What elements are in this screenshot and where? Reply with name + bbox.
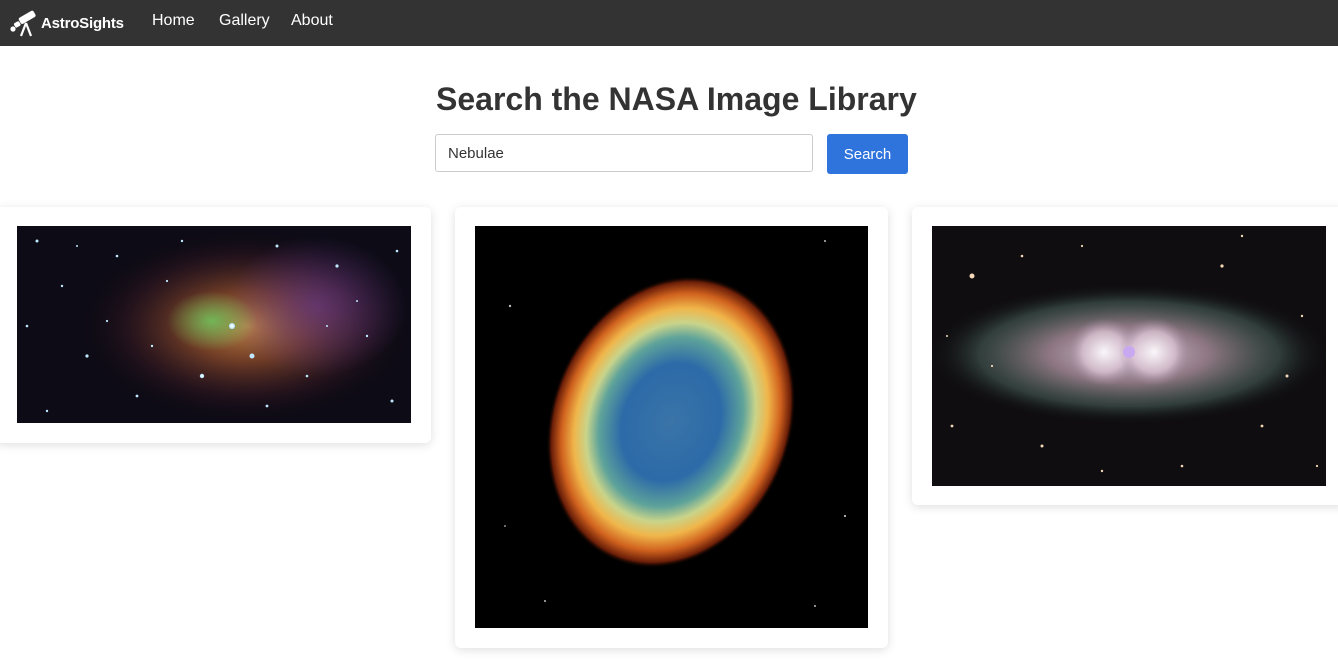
telescope-icon [10,8,40,38]
result-card[interactable] [912,207,1338,505]
nav-about[interactable]: About [291,12,333,30]
search-input[interactable] [435,134,813,172]
ring-nebula-image[interactable] [475,226,868,628]
brand-name: AstroSights [41,14,124,32]
result-card[interactable] [455,207,888,648]
nav-home[interactable]: Home [152,12,195,30]
navbar: AstroSights Home Gallery About [0,0,1338,46]
spitzer-nebula-image[interactable] [17,226,411,423]
nav-gallery[interactable]: Gallery [219,12,270,30]
brand-link[interactable]: AstroSights [10,0,124,46]
search-button[interactable]: Search [827,134,908,174]
result-card[interactable] [0,207,431,443]
ant-nebula-image[interactable] [932,226,1326,486]
page-title: Search the NASA Image Library [436,81,917,117]
